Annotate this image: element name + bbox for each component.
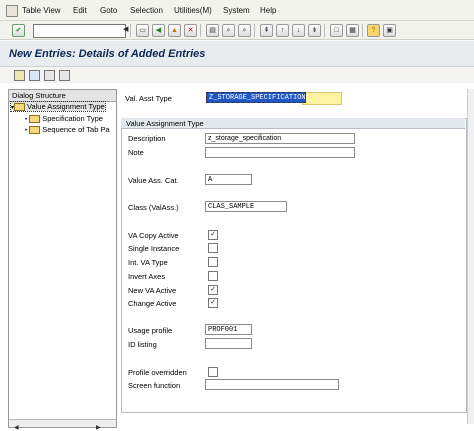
create-session-icon[interactable]: □ [330, 24, 343, 37]
int-va-type-checkbox[interactable] [208, 257, 218, 267]
id-listing-field[interactable] [205, 338, 252, 349]
toolbar-separator [324, 24, 325, 37]
last-page-icon[interactable]: ⇟ [308, 24, 321, 37]
menu-goto[interactable]: Goto [100, 6, 117, 15]
va-copy-active-label: VA Copy Active [128, 231, 179, 240]
bullet-icon: • [25, 117, 28, 123]
va-copy-active-checkbox[interactable]: ✓ [208, 230, 218, 240]
menu-utilities[interactable]: Utilities(M) [174, 6, 212, 15]
key-field-extension[interactable] [302, 92, 342, 105]
screen-function-label: Screen function [128, 381, 181, 390]
main-vertical-scrollbar[interactable] [467, 89, 474, 424]
page-title: New Entries: Details of Added Entries [9, 48, 206, 60]
id-listing-label: ID listing [128, 340, 157, 349]
category-label: Value Ass. Cat. [128, 176, 179, 185]
menu-help[interactable]: Help [260, 6, 276, 15]
menu-selection[interactable]: Selection [130, 6, 163, 15]
single-instance-label: Single Instance [128, 244, 180, 253]
note-field[interactable] [205, 147, 355, 158]
save-icon[interactable]: ▭ [136, 24, 149, 37]
find-next-icon[interactable]: ⌕ [238, 24, 251, 37]
val-asst-type-field[interactable]: Z_STORAGE_SPECIFICATION [206, 92, 306, 103]
enter-icon[interactable]: ✔ [12, 24, 25, 37]
invert-axes-checkbox[interactable] [208, 271, 218, 281]
int-va-type-label: Int. VA Type [128, 258, 168, 267]
copy-icon[interactable] [44, 70, 55, 81]
description-label: Description [128, 134, 166, 143]
group-header: Value Assignment Type [121, 118, 465, 129]
dialog-structure-title: Dialog Structure [12, 91, 66, 100]
window-menu-icon[interactable] [6, 5, 18, 17]
change-active-label: Change Active [128, 299, 177, 308]
group-title: Value Assignment Type [126, 119, 204, 128]
tree-item-label: Specification Type [42, 114, 103, 123]
class-field[interactable]: CLAS_SAMPLE [205, 201, 287, 212]
change-display-icon[interactable] [14, 70, 25, 81]
application-toolbar [0, 67, 474, 83]
new-va-active-checkbox[interactable]: ✓ [208, 285, 218, 295]
new-va-active-label: New VA Active [128, 286, 177, 295]
command-history-icon[interactable]: ◀ [123, 25, 128, 33]
menu-table-view[interactable]: Table View [22, 6, 61, 15]
dialog-structure-panel: Dialog Structure ▾ Value Assignment Type … [8, 89, 117, 428]
folder-icon [29, 115, 41, 124]
toolbar-separator [130, 24, 131, 37]
change-active-checkbox[interactable]: ✓ [208, 298, 218, 308]
first-page-icon[interactable]: ⇞ [260, 24, 273, 37]
print-icon[interactable]: ▤ [206, 24, 219, 37]
toolbar-separator [362, 24, 363, 37]
tree-item-label: Value Assignment Type [27, 102, 105, 111]
folder-open-icon [14, 103, 26, 112]
description-field[interactable]: z_storage_specification [205, 133, 355, 144]
cancel-icon[interactable]: ✕ [184, 24, 197, 37]
command-field[interactable] [33, 24, 126, 38]
new-entries-icon[interactable] [29, 70, 40, 81]
prev-page-icon[interactable]: ↑ [276, 24, 289, 37]
exit-icon[interactable]: ▲ [168, 24, 181, 37]
bullet-icon: • [25, 128, 28, 134]
folder-icon [29, 126, 41, 135]
screen-function-field[interactable] [205, 379, 339, 390]
usage-profile-field[interactable]: PROF001 [205, 324, 252, 335]
menu-bar: Table View Edit Goto Selection Utilities… [0, 0, 474, 21]
find-icon[interactable]: ⌕ [222, 24, 235, 37]
profile-overridden-label: Profile overridden [128, 368, 187, 377]
back-icon[interactable]: ◀ [152, 24, 165, 37]
shortcut-icon[interactable]: ▦ [346, 24, 359, 37]
title-bar: New Entries: Details of Added Entries [0, 41, 474, 67]
dialog-structure-header: Dialog Structure [9, 90, 116, 102]
tree-item-value-assignment-type[interactable]: ▾ Value Assignment Type [10, 100, 106, 113]
single-instance-checkbox[interactable] [208, 243, 218, 253]
standard-toolbar: ✔ ◀ ▭ ◀ ▲ ✕ ▤ ⌕ ⌕ ⇞ ↑ ↓ ⇟ □ ▦ ? ▣ [0, 21, 474, 40]
next-page-icon[interactable]: ↓ [292, 24, 305, 37]
delete-icon[interactable] [59, 70, 70, 81]
menu-system[interactable]: System [223, 6, 250, 15]
tree-scroll-right-icon[interactable]: ▶ [96, 424, 101, 431]
profile-overridden-checkbox[interactable] [208, 367, 218, 377]
help-icon[interactable]: ? [367, 24, 380, 37]
tree-scroll-left-icon[interactable]: ◀ [14, 424, 19, 431]
note-label: Note [128, 148, 144, 157]
toolbar-separator [254, 24, 255, 37]
layout-icon[interactable]: ▣ [383, 24, 396, 37]
menu-edit[interactable]: Edit [73, 6, 87, 15]
invert-axes-label: Invert Axes [128, 272, 166, 281]
value-assignment-category-field[interactable]: A [205, 174, 252, 185]
usage-profile-label: Usage profile [128, 326, 173, 335]
tree-item-sequence-of-tab-pages[interactable]: • Sequence of Tab Pa [25, 125, 110, 135]
class-label: Class (ValAss.) [128, 203, 179, 212]
tree-item-specification-type[interactable]: • Specification Type [25, 114, 103, 124]
tree-item-label: Sequence of Tab Pa [42, 125, 110, 134]
key-label: Val. Asst Type [125, 94, 172, 103]
toolbar-separator [200, 24, 201, 37]
